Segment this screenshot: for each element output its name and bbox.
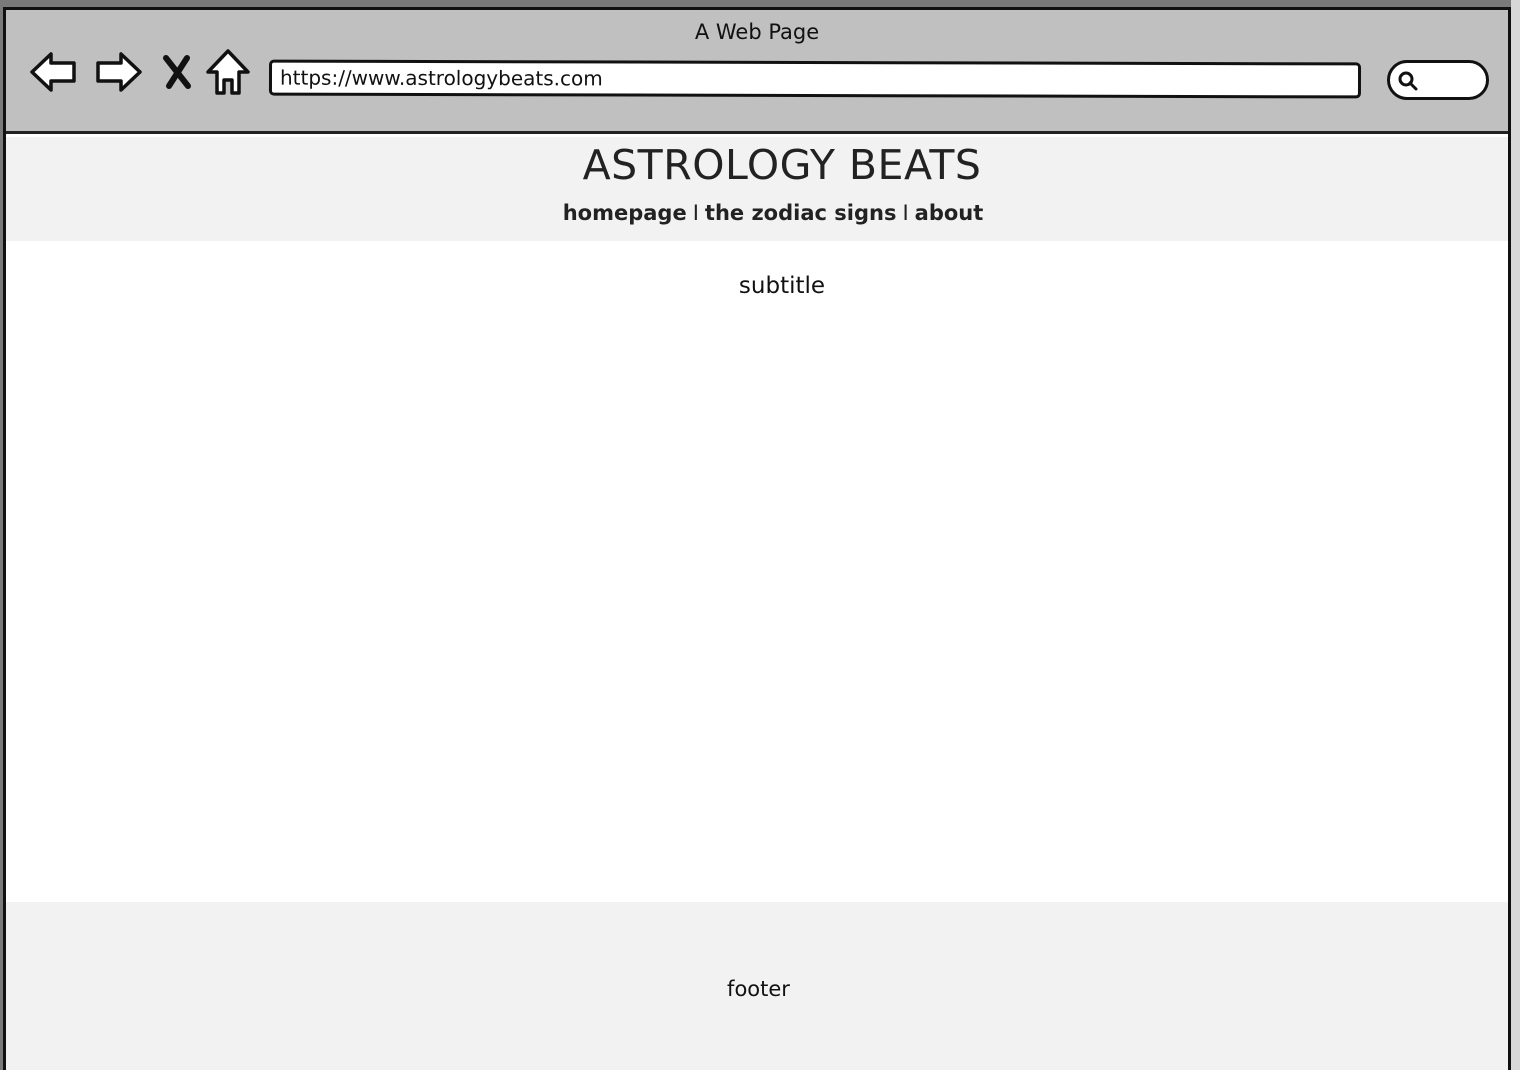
window-edge: [1511, 0, 1520, 1070]
footer-text: footer: [727, 977, 790, 1001]
search-field[interactable]: [1387, 60, 1489, 100]
url-text: https://www.astrologybeats.com: [279, 65, 603, 91]
home-button[interactable]: [202, 46, 254, 98]
nav-link-about[interactable]: about: [915, 201, 984, 225]
stop-button[interactable]: [151, 46, 203, 98]
site-footer: footer: [6, 902, 1508, 1070]
home-icon: [206, 49, 250, 95]
forward-button[interactable]: [92, 46, 144, 98]
browser-window: A Web Page https://www.astrologybeats.co…: [3, 7, 1511, 1070]
magnifier-icon: [1398, 71, 1418, 91]
url-bar[interactable]: https://www.astrologybeats.com: [268, 59, 1362, 99]
back-arrow-icon: [30, 52, 76, 92]
close-x-icon: [163, 55, 191, 89]
back-button[interactable]: [28, 46, 80, 98]
forward-arrow-icon: [96, 52, 142, 92]
site-header: ASTROLOGY BEATS homepage Ithe zodiac sign…: [6, 137, 1508, 241]
nav-separator: I: [902, 201, 909, 225]
page-subtitle: subtitle: [738, 273, 826, 299]
nav-link-homepage[interactable]: homepage: [563, 201, 687, 225]
nav-separator: I: [692, 201, 699, 225]
browser-chrome: A Web Page https://www.astrologybeats.co…: [6, 10, 1508, 134]
site-nav: homepage Ithe zodiac signs Iabout: [6, 201, 1508, 225]
site-title: ASTROLOGY BEATS: [582, 141, 982, 189]
window-title: A Web Page: [694, 20, 820, 44]
nav-link-zodiac-signs[interactable]: the zodiac signs: [705, 201, 897, 225]
